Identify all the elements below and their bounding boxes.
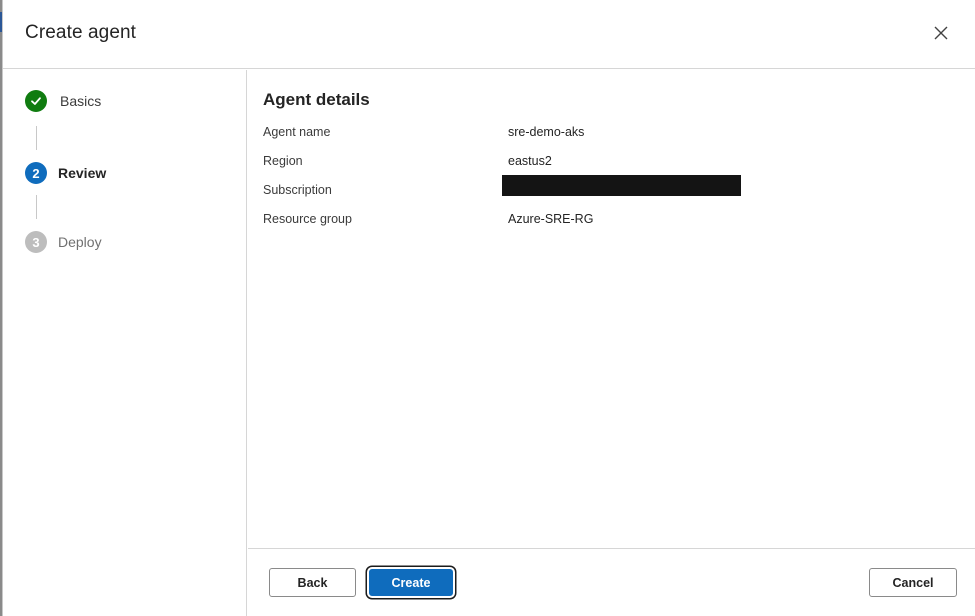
step-number-circle: 3: [25, 231, 47, 253]
section-title: Agent details: [263, 90, 370, 109]
dialog-title: Create agent: [25, 22, 137, 43]
cancel-button[interactable]: Cancel: [869, 568, 957, 597]
step-complete-circle: [25, 90, 47, 112]
step-review[interactable]: 2 Review: [25, 162, 106, 184]
detail-label: Resource group: [263, 212, 352, 226]
wizard-steps-sidebar: Basics 2 Review 3 Deploy: [3, 70, 247, 616]
back-button[interactable]: Back: [269, 568, 356, 597]
step-basics[interactable]: Basics: [25, 90, 101, 112]
step-connector: [36, 126, 37, 150]
close-icon: [934, 26, 948, 40]
checkmark-icon: [31, 97, 41, 105]
step-label-deploy: Deploy: [58, 234, 102, 250]
detail-value: Azure-SRE-RG: [508, 212, 594, 226]
detail-value: sre-demo-aks: [508, 125, 585, 139]
step-connector: [36, 195, 37, 219]
detail-label: Agent name: [263, 125, 331, 139]
step-number-circle: 2: [25, 162, 47, 184]
create-agent-dialog: Create agent Basics 2 Review 3 Deploy Ag…: [2, 0, 975, 616]
create-button[interactable]: Create: [369, 569, 453, 596]
step-label-review: Review: [58, 165, 107, 181]
dialog-header: Create agent: [3, 0, 975, 69]
close-button[interactable]: [928, 20, 954, 46]
step-deploy[interactable]: 3 Deploy: [25, 231, 102, 253]
step-label-basics: Basics: [60, 93, 102, 109]
dialog-footer: Back Create Cancel: [248, 548, 975, 616]
review-content: Agent details Agent name sre-demo-aks Re…: [248, 70, 975, 548]
detail-label: Region: [263, 154, 303, 168]
redacted-value: [502, 175, 741, 196]
detail-label: Subscription: [263, 183, 332, 197]
detail-value: eastus2: [508, 154, 552, 168]
